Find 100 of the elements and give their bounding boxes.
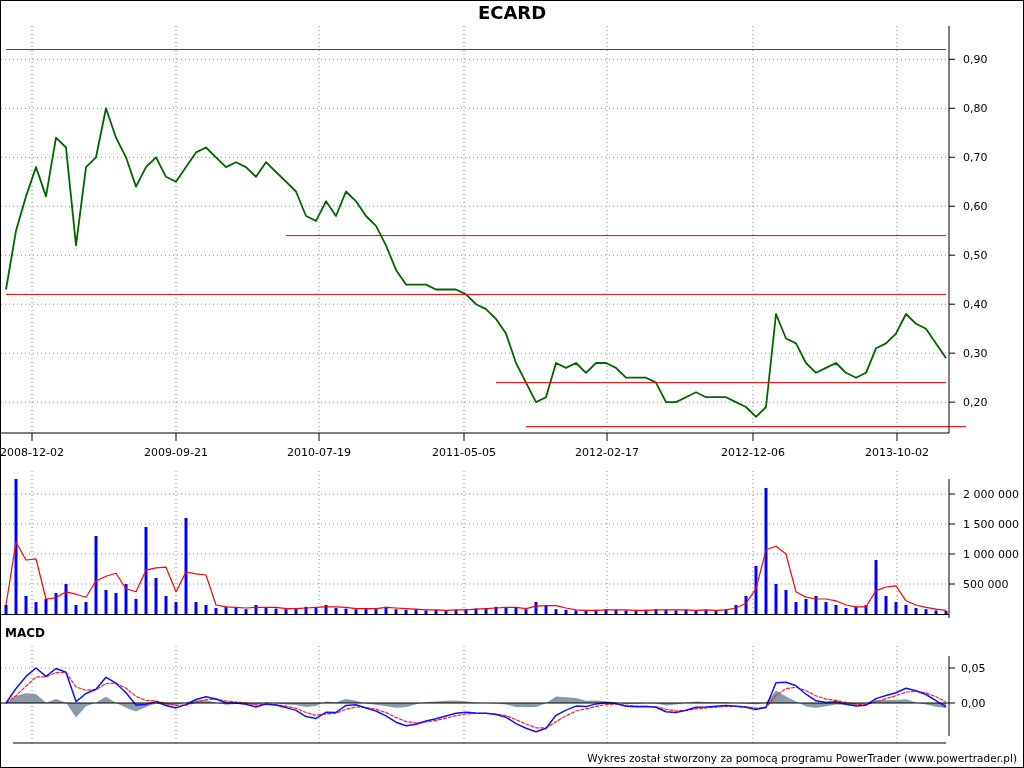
volume-bar — [774, 584, 778, 614]
volume-bar — [474, 608, 478, 614]
volume-bar — [214, 608, 218, 614]
volume-bar — [364, 608, 368, 614]
volume-label: 500 000 — [963, 578, 1009, 591]
volume-bar — [374, 608, 378, 614]
volume-bar — [504, 608, 508, 614]
date-label: 2012-02-17 — [575, 446, 639, 459]
volume-bar — [424, 610, 428, 614]
volume-bar — [264, 608, 268, 614]
volume-bar — [354, 609, 358, 614]
volume-bar — [74, 605, 78, 614]
volume-bar — [454, 609, 458, 614]
volume-bar — [464, 609, 468, 614]
price-label: 0,60 — [963, 200, 988, 214]
date-label: 2008-12-02 — [1, 446, 64, 459]
volume-bar — [134, 599, 138, 614]
volume-bar — [44, 599, 48, 614]
volume-bar — [304, 606, 308, 614]
volume-bar — [494, 606, 498, 614]
volume-bar — [654, 609, 658, 614]
macd-title: MACD — [5, 626, 45, 640]
volume-bar — [114, 593, 118, 614]
volume-bar — [4, 605, 8, 614]
date-label: 2010-07-19 — [287, 446, 351, 459]
volume-bar — [784, 590, 788, 614]
volume-bar — [884, 596, 888, 614]
volume-bar — [714, 610, 718, 614]
volume-bar — [334, 608, 338, 614]
volume-bar — [834, 605, 838, 614]
volume-bar — [244, 609, 248, 614]
volume-bar — [404, 609, 408, 614]
volume-bar — [754, 566, 758, 614]
volume-bar — [924, 609, 928, 614]
volume-bar — [814, 596, 818, 614]
volume-bar — [604, 609, 608, 614]
volume-bar — [164, 596, 168, 614]
volume-bar — [434, 609, 438, 614]
volume-bar — [314, 608, 318, 614]
macd-label: 0,05 — [961, 662, 986, 675]
price-label: 0,80 — [963, 102, 988, 116]
volume-bar — [444, 610, 448, 614]
volume-bar — [584, 610, 588, 614]
price-label: 0,70 — [963, 151, 988, 165]
volume-bar — [204, 605, 208, 614]
volume-bar — [634, 610, 638, 614]
volume-bar — [914, 608, 918, 614]
volume-bar — [904, 605, 908, 614]
volume-bar — [664, 609, 668, 614]
price-label: 0,50 — [963, 249, 988, 263]
volume-bar — [284, 609, 288, 614]
volume-bar — [864, 605, 868, 614]
volume-bar — [624, 610, 628, 614]
volume-bar — [554, 609, 558, 614]
volume-bar — [804, 599, 808, 614]
volume-bar — [854, 606, 858, 614]
volume-bar — [64, 584, 68, 614]
volume-bar — [644, 609, 648, 614]
volume-label: 1 000 000 — [963, 548, 1019, 561]
volume-label: 1 500 000 — [963, 518, 1019, 531]
volume-bar — [934, 610, 938, 614]
volume-bar — [384, 606, 388, 614]
footer-credit: Wykres został stworzony za pomocą programu PowerTrader (www.powertrader.pl) — [587, 752, 1017, 764]
volume-bar — [514, 608, 518, 614]
date-label: 2012-12-06 — [721, 446, 785, 459]
volume-bar — [684, 609, 688, 614]
volume-bar — [124, 584, 128, 614]
volume-bar — [874, 560, 878, 614]
volume-bar — [154, 578, 158, 614]
macd-label: 0,00 — [961, 697, 986, 710]
volume-bar — [564, 609, 568, 614]
volume-bar — [484, 608, 488, 614]
volume-bar — [104, 590, 108, 614]
volume-bar — [274, 608, 278, 614]
volume-bar — [594, 609, 598, 614]
volume-bar — [724, 609, 728, 614]
price-label: 0,90 — [963, 53, 988, 67]
volume-bar — [524, 609, 528, 614]
volume-bar — [24, 596, 28, 614]
volume-bar — [84, 602, 88, 614]
volume-bar — [894, 602, 898, 614]
volume-bar — [734, 605, 738, 614]
volume-bar — [704, 609, 708, 614]
volume-bar — [844, 608, 848, 614]
price-label: 0,30 — [963, 347, 988, 361]
date-label: 2013-10-02 — [865, 446, 929, 459]
volume-bar — [174, 602, 178, 614]
volume-bar — [744, 596, 748, 614]
volume-bar — [694, 610, 698, 614]
volume-bar — [824, 602, 828, 614]
volume-label: 2 000 000 — [963, 488, 1019, 501]
volume-bar — [674, 610, 678, 614]
date-label: 2011-05-05 — [432, 446, 496, 459]
chart-title: ECARD — [477, 1, 547, 25]
volume-bar — [224, 606, 228, 614]
date-label: 2009-09-21 — [144, 446, 208, 459]
volume-bar — [254, 605, 258, 614]
volume-bar — [394, 609, 398, 614]
volume-bar — [324, 605, 328, 614]
volume-bar — [614, 609, 618, 614]
